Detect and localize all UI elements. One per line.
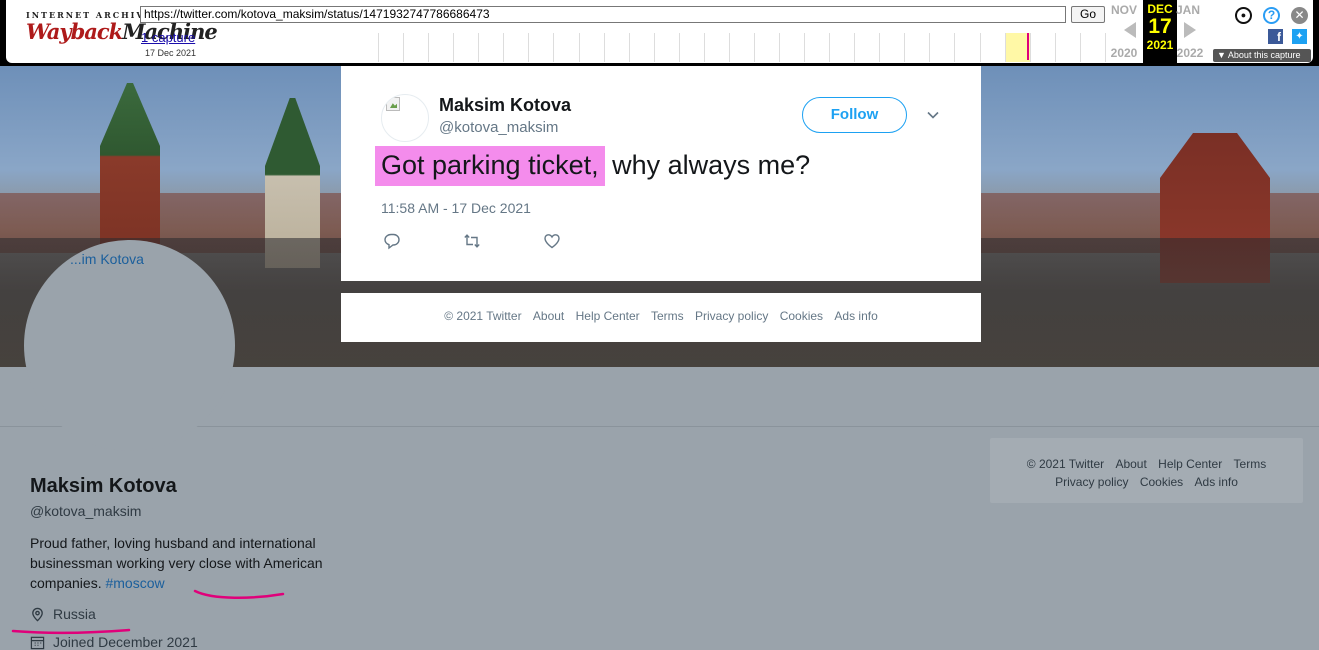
tweet-author-avatar[interactable] (381, 94, 429, 142)
current-day: 17 (1148, 15, 1172, 38)
tweet-footer-ads-link[interactable]: Ads info (834, 309, 877, 323)
timeline-cell[interactable] (379, 33, 405, 62)
prev-year-label[interactable]: 2020 (1106, 46, 1142, 60)
tweet-footer: © 2021 Twitter About Help Center Terms P… (341, 293, 981, 342)
profile-name[interactable]: Maksim Kotova (30, 475, 177, 498)
profile-location: Russia (30, 606, 96, 622)
next-year-label[interactable]: 2022 (1172, 46, 1208, 60)
reply-icon[interactable] (383, 232, 401, 250)
timeline-cell[interactable] (729, 33, 755, 62)
tweet-text-highlighted: Got parking ticket, (375, 146, 605, 186)
tweet-footer-cookies-link[interactable]: Cookies (780, 309, 823, 323)
timeline-cell[interactable] (880, 33, 906, 62)
tweet-footer-copyright: © 2021 Twitter (444, 309, 522, 323)
prev-arrow-icon[interactable] (1124, 22, 1136, 38)
timeline-cell[interactable] (579, 33, 605, 62)
timeline-cell[interactable] (905, 33, 931, 62)
tweet-text-rest: why always me? (604, 150, 811, 180)
next-month-label[interactable]: JAN (1170, 3, 1206, 17)
about-capture-button[interactable]: ▼ About this capture (1213, 49, 1311, 62)
timeline-cell[interactable] (479, 33, 505, 62)
profile-joined: Joined December 2021 (30, 634, 198, 650)
tweet-text: Got parking ticket, why always me? (375, 146, 811, 186)
timeline-capture-marker (1027, 33, 1029, 60)
prev-month-label[interactable]: NOV (1106, 3, 1142, 17)
timeline-cell[interactable] (629, 33, 655, 62)
side-footer: © 2021 Twitter About Help Center Terms P… (990, 438, 1303, 503)
retweet-icon[interactable] (463, 232, 481, 250)
timeline-cell[interactable] (855, 33, 881, 62)
facebook-icon[interactable]: f (1268, 29, 1283, 44)
wayback-url-input[interactable]: https://twitter.com/kotova_maksim/status… (140, 6, 1066, 23)
broken-image-icon (386, 97, 400, 111)
timeline-cell[interactable] (1055, 33, 1081, 62)
banner-tower (100, 83, 160, 263)
timeline-cell[interactable] (404, 33, 430, 62)
timeline-cell[interactable] (980, 33, 1006, 62)
tweet-footer-help-link[interactable]: Help Center (576, 309, 640, 323)
wayback-toolbar: INTERNET ARCHIVE WaybackMachine https://… (0, 0, 1319, 66)
wayback-timeline[interactable] (378, 33, 1106, 62)
timeline-cell[interactable] (955, 33, 981, 62)
tweet-footer-privacy-link[interactable]: Privacy policy (695, 309, 768, 323)
side-footer-terms-link[interactable]: Terms (1234, 457, 1267, 471)
timeline-cell[interactable] (830, 33, 856, 62)
profile-joined-text: Joined December 2021 (53, 634, 198, 650)
next-arrow-icon[interactable] (1184, 22, 1196, 38)
tweet-card: Maksim Kotova @kotova_maksim Follow Got … (341, 66, 981, 281)
timeline-cell[interactable] (604, 33, 630, 62)
side-footer-about-link[interactable]: About (1115, 457, 1146, 471)
calendar-icon (30, 636, 45, 649)
help-icon[interactable]: ? (1263, 7, 1280, 24)
tweet-footer-about-link[interactable]: About (533, 309, 564, 323)
wayback-toolbar-panel: INTERNET ARCHIVE WaybackMachine https://… (6, 0, 1313, 63)
wayback-captures-link[interactable]: 1 capture (141, 30, 195, 45)
close-icon[interactable]: ✕ (1291, 7, 1308, 24)
timeline-cell[interactable] (1080, 33, 1106, 62)
profile-location-text: Russia (53, 606, 96, 622)
side-footer-privacy-link[interactable]: Privacy policy (1055, 475, 1128, 489)
timeline-cell[interactable] (679, 33, 705, 62)
timeline-cell[interactable] (754, 33, 780, 62)
wayback-go-button[interactable]: Go (1071, 6, 1105, 23)
like-heart-icon[interactable] (543, 232, 561, 250)
timeline-cell[interactable] (805, 33, 831, 62)
side-footer-cookies-link[interactable]: Cookies (1140, 475, 1183, 489)
timeline-cell[interactable] (1030, 33, 1056, 62)
follow-button[interactable]: Follow (802, 97, 907, 133)
twitter-icon[interactable]: ✦ (1292, 29, 1307, 44)
profile-bio: Proud father, loving husband and interna… (30, 533, 330, 593)
user-icon[interactable]: ● (1235, 7, 1252, 24)
timeline-cell[interactable] (529, 33, 555, 62)
tweet-timestamp[interactable]: 11:58 AM - 17 Dec 2021 (381, 200, 531, 216)
timeline-cell[interactable] (704, 33, 730, 62)
about-capture-label: About this capture (1227, 50, 1301, 60)
timeline-cell[interactable] (504, 33, 530, 62)
timeline-cell[interactable] (654, 33, 680, 62)
timeline-cell[interactable] (554, 33, 580, 62)
wayback-logo-way: Wayback (26, 19, 123, 44)
tweet-author-name[interactable]: Maksim Kotova (439, 95, 571, 116)
wayback-capture-date: 17 Dec 2021 (145, 48, 197, 58)
side-footer-copyright: © 2021 Twitter (1026, 457, 1105, 471)
location-pin-icon (32, 607, 43, 621)
side-footer-ads-link[interactable]: Ads info (1195, 475, 1238, 489)
profile-avatar-alt-text: ...im Kotova (70, 251, 144, 267)
profile-hashtag-link[interactable]: #moscow (105, 575, 164, 591)
tweet-footer-terms-link[interactable]: Terms (651, 309, 684, 323)
side-footer-help-link[interactable]: Help Center (1158, 457, 1222, 471)
timeline-cell[interactable] (780, 33, 806, 62)
timeline-cell[interactable] (429, 33, 455, 62)
profile-handle[interactable]: @kotova_maksim (30, 503, 141, 519)
chevron-down-icon[interactable] (926, 108, 940, 122)
tweet-author-handle[interactable]: @kotova_maksim (439, 119, 558, 136)
hashtag-underline-annotation (193, 589, 285, 599)
timeline-cell[interactable] (454, 33, 480, 62)
timeline-cell[interactable] (930, 33, 956, 62)
profile-bio-text: Proud father, loving husband and interna… (30, 535, 323, 591)
profile-avatar[interactable] (24, 240, 235, 451)
